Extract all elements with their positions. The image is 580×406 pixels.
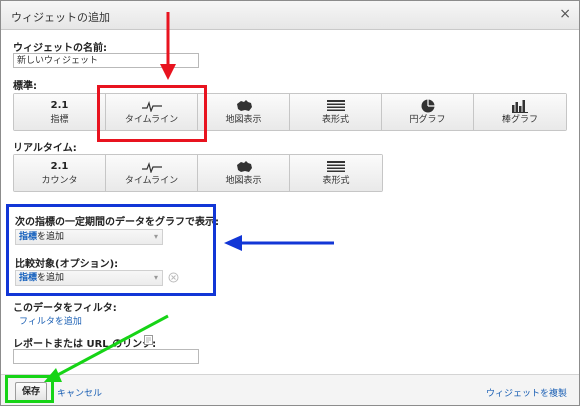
standard-table-button[interactable]: 表形式	[290, 94, 382, 130]
clone-widget-link[interactable]: ウィジェットを複製	[486, 386, 567, 399]
standard-pie-button[interactable]: 円グラフ	[382, 94, 474, 130]
report-url-input[interactable]	[13, 349, 199, 364]
realtime-timeline-button[interactable]: タイムライン	[106, 155, 198, 191]
red-highlight-box	[97, 85, 207, 142]
standard-table-label: 表形式	[321, 115, 349, 125]
dialog-titlebar: ウィジェットの追加 ×	[1, 1, 579, 30]
standard-bar-button[interactable]: 棒グラフ	[474, 94, 566, 130]
dialog-footer: 保存 キャンセル ウィジェットを複製	[1, 374, 579, 405]
map-icon	[198, 99, 289, 113]
pie-chart-icon	[382, 99, 473, 113]
map-icon	[198, 160, 289, 174]
green-highlight-box	[5, 375, 54, 403]
realtime-widget-types: 2.1 カウンタ タイムライン 地図表示 表形式	[13, 154, 383, 192]
dialog-title: ウィジェットの追加	[11, 11, 110, 24]
number-icon: 2.1	[50, 161, 69, 172]
widget-name-label: ウィジェットの名前:	[13, 43, 107, 54]
help-icon[interactable]	[144, 335, 153, 348]
standard-map-button[interactable]: 地図表示	[198, 94, 290, 130]
realtime-counter-button[interactable]: 2.1 カウンタ	[14, 155, 106, 191]
realtime-table-button[interactable]: 表形式	[290, 155, 382, 191]
realtime-map-label: 地図表示	[225, 176, 262, 186]
realtime-timeline-label: タイムライン	[124, 176, 179, 186]
blue-highlight-box	[6, 204, 216, 296]
realtime-label: リアルタイム:	[13, 143, 77, 154]
cancel-link[interactable]: キャンセル	[57, 386, 102, 399]
bar-chart-icon	[474, 99, 566, 113]
number-icon: 2.1	[50, 100, 69, 111]
realtime-table-label: 表形式	[322, 176, 350, 186]
table-icon	[290, 160, 382, 174]
filter-label: このデータをフィルタ:	[13, 303, 117, 314]
standard-metric-button[interactable]: 2.1 指標	[14, 94, 106, 130]
realtime-counter-label: カウンタ	[41, 176, 78, 186]
standard-label: 標準:	[13, 81, 37, 92]
standard-bar-label: 棒グラフ	[501, 115, 538, 125]
close-icon[interactable]: ×	[559, 6, 571, 22]
realtime-map-button[interactable]: 地図表示	[198, 155, 290, 191]
add-widget-dialog: ウィジェットの追加 × ウィジェットの名前: 標準: 2.1 指標 タイムライン…	[0, 0, 580, 406]
standard-metric-label: 指標	[50, 115, 69, 125]
widget-name-input[interactable]	[13, 53, 199, 68]
standard-pie-label: 円グラフ	[409, 115, 446, 125]
timeline-icon	[106, 160, 197, 174]
report-link-label: レポートまたは URL のリンク:	[13, 339, 157, 350]
add-filter-link[interactable]: フィルタを追加	[19, 314, 82, 327]
table-icon	[290, 99, 381, 113]
standard-map-label: 地図表示	[225, 115, 262, 125]
